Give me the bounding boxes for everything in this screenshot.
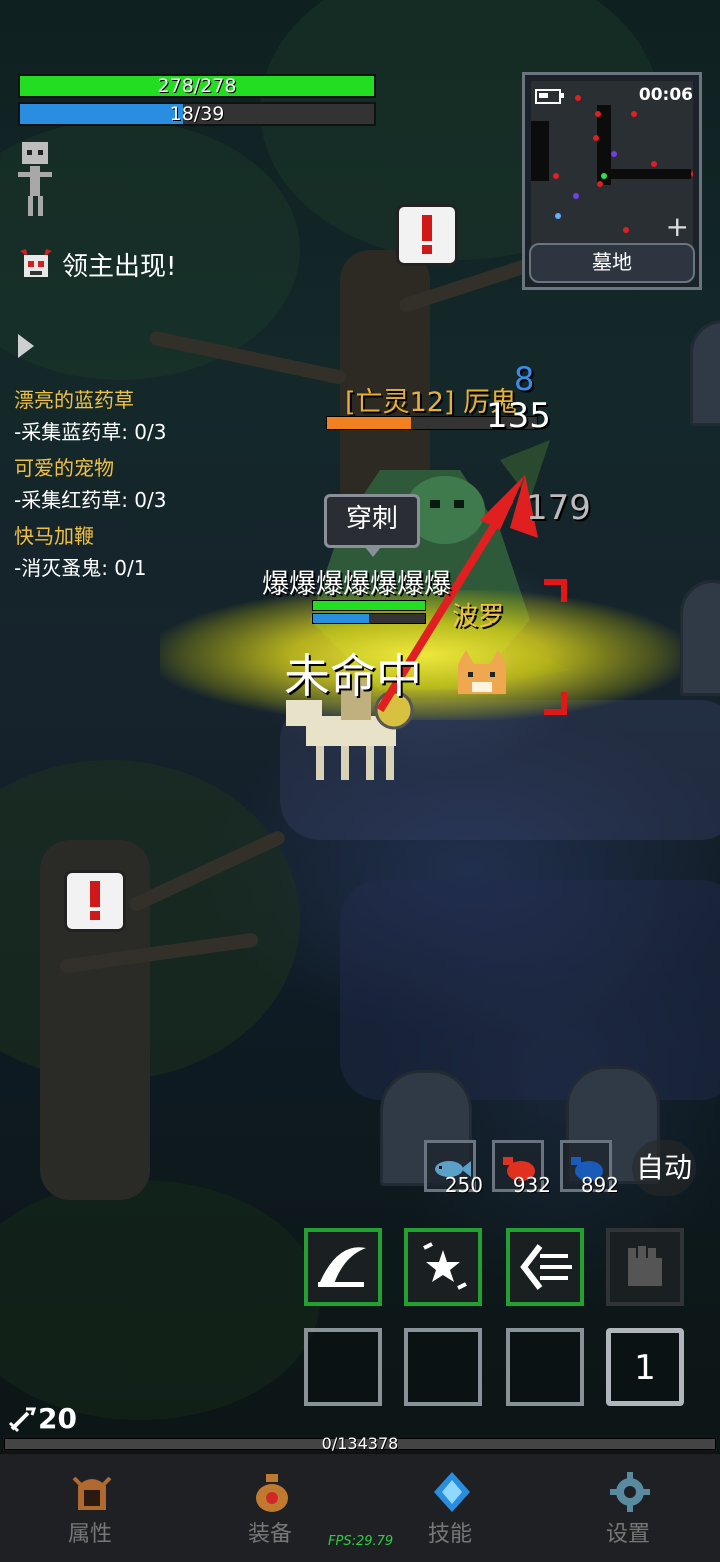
mp-text: 18/39 — [169, 103, 225, 125]
damage-number: 8 — [514, 360, 535, 398]
helmet-icon — [72, 1476, 112, 1510]
enemy-dot — [651, 161, 657, 167]
nav-settings[interactable]: 设置 — [568, 1454, 688, 1562]
nav-attributes[interactable]: 属性 — [30, 1454, 150, 1562]
alert-exclamation-icon[interactable] — [396, 204, 458, 266]
quest-task[interactable]: -采集蓝药草: 0/3 — [14, 416, 167, 445]
fish-count: 250 — [444, 1173, 483, 1197]
boss-dot — [573, 193, 579, 199]
star-skill-icon — [423, 1242, 467, 1290]
enemy-dot — [631, 111, 637, 117]
bottom-nav: 属性 装备 技能 设置 FPS:29.79 — [0, 1452, 720, 1562]
demon-skull-icon — [20, 248, 52, 277]
slash-skill-icon — [318, 1247, 366, 1287]
skill-slot-star[interactable] — [404, 1228, 482, 1306]
alert-exclamation-icon[interactable] — [64, 870, 126, 932]
player-mp-mini — [312, 613, 426, 624]
target-marker — [544, 579, 567, 715]
enemy-dot — [595, 111, 601, 117]
mp-bar: 18/39 — [18, 102, 376, 126]
sword-icon — [8, 1407, 36, 1432]
enemy-dot — [597, 181, 603, 187]
weapon-level: 20 — [8, 1402, 77, 1435]
nav-attributes-label: 属性 — [67, 1522, 112, 1547]
player-dot — [601, 173, 607, 179]
gravestone — [680, 580, 720, 696]
bag-icon — [256, 1474, 288, 1512]
quest-title[interactable]: 漂亮的蓝药草 — [14, 384, 134, 413]
red-potion-count: 932 — [512, 1173, 551, 1197]
enemy-dot — [593, 135, 599, 141]
empty-skill-slot[interactable] — [304, 1328, 382, 1406]
skill-page-number: 1 — [634, 1348, 656, 1388]
player-mini-bars — [312, 600, 426, 626]
fist-skill-icon — [628, 1246, 662, 1286]
quest-title[interactable]: 快马加鞭 — [14, 520, 94, 549]
blue-potion-count: 892 — [580, 1173, 619, 1197]
boss-dot — [611, 151, 617, 157]
blue-potion-slot[interactable]: 892 — [560, 1140, 619, 1197]
enemy-dot — [623, 227, 629, 233]
npc-dot — [555, 213, 561, 219]
skeleton-enemy[interactable] — [10, 140, 60, 220]
burst-text: 爆爆爆爆爆爆爆 — [262, 569, 451, 600]
boss-alert-text: 领主出现! — [62, 252, 177, 282]
boss-hp-fill — [327, 417, 411, 429]
player-hp-mini — [312, 600, 426, 611]
stone-path — [340, 880, 720, 1100]
hp-text: 278/278 — [157, 75, 237, 97]
gravestone — [690, 320, 720, 426]
damage-number: 179 — [526, 488, 591, 528]
skill-name-popup: 穿刺 — [324, 494, 420, 557]
hp-bar: 278/278 — [18, 74, 376, 98]
exp-text: 0/134378 — [321, 1434, 399, 1453]
minimap-time: 00:06 — [638, 85, 693, 105]
quest-task[interactable]: -采集红药草: 0/3 — [14, 484, 167, 513]
crystal-icon — [434, 1472, 470, 1512]
auto-button[interactable]: 自动 — [632, 1140, 696, 1196]
skill-slot-fist[interactable] — [606, 1228, 684, 1306]
pet-name: 波罗 — [452, 602, 505, 632]
enemy-dot — [553, 173, 559, 179]
enemy-dot — [691, 171, 693, 177]
nav-equipment-label: 装备 — [247, 1522, 292, 1547]
fps-counter: FPS:29.79 — [328, 1534, 394, 1549]
minimap-wall — [531, 121, 549, 181]
empty-skill-slot[interactable] — [404, 1328, 482, 1406]
skill-slot-dash[interactable] — [506, 1228, 584, 1306]
quest-task[interactable]: -消灭蚤鬼: 0/1 — [14, 552, 147, 581]
nav-skills-label: 技能 — [427, 1522, 472, 1547]
nav-settings-label: 设置 — [605, 1522, 650, 1547]
quest-toggle-icon[interactable] — [18, 334, 34, 358]
weapon-level-value: 20 — [38, 1402, 77, 1435]
gear-icon — [610, 1472, 650, 1512]
enemy-dot — [575, 95, 581, 101]
empty-skill-slot[interactable] — [506, 1328, 584, 1406]
quest-title[interactable]: 可爱的宠物 — [14, 452, 114, 481]
fish-slot[interactable]: 250 — [424, 1140, 483, 1197]
damage-number: 135 — [486, 396, 551, 436]
miss-text: 未命中 — [284, 649, 422, 703]
skill-page-button[interactable]: 1 — [606, 1328, 684, 1406]
foliage — [0, 1180, 320, 1420]
skill-slot-slash[interactable] — [304, 1228, 382, 1306]
minimap-wall — [611, 169, 691, 179]
nav-skills[interactable]: 技能 — [390, 1454, 510, 1562]
nav-equipment[interactable]: 装备 — [210, 1454, 330, 1562]
boss-alert: 领主出现! — [18, 246, 176, 283]
red-potion-slot[interactable]: 932 — [492, 1140, 551, 1197]
zoom-plus-icon[interactable]: + — [666, 213, 689, 241]
location-name: 墓地 — [529, 243, 695, 283]
battery-icon — [535, 89, 564, 104]
dash-skill-icon — [520, 1244, 572, 1290]
minimap[interactable]: 00:06 + 墓地 — [522, 72, 702, 290]
